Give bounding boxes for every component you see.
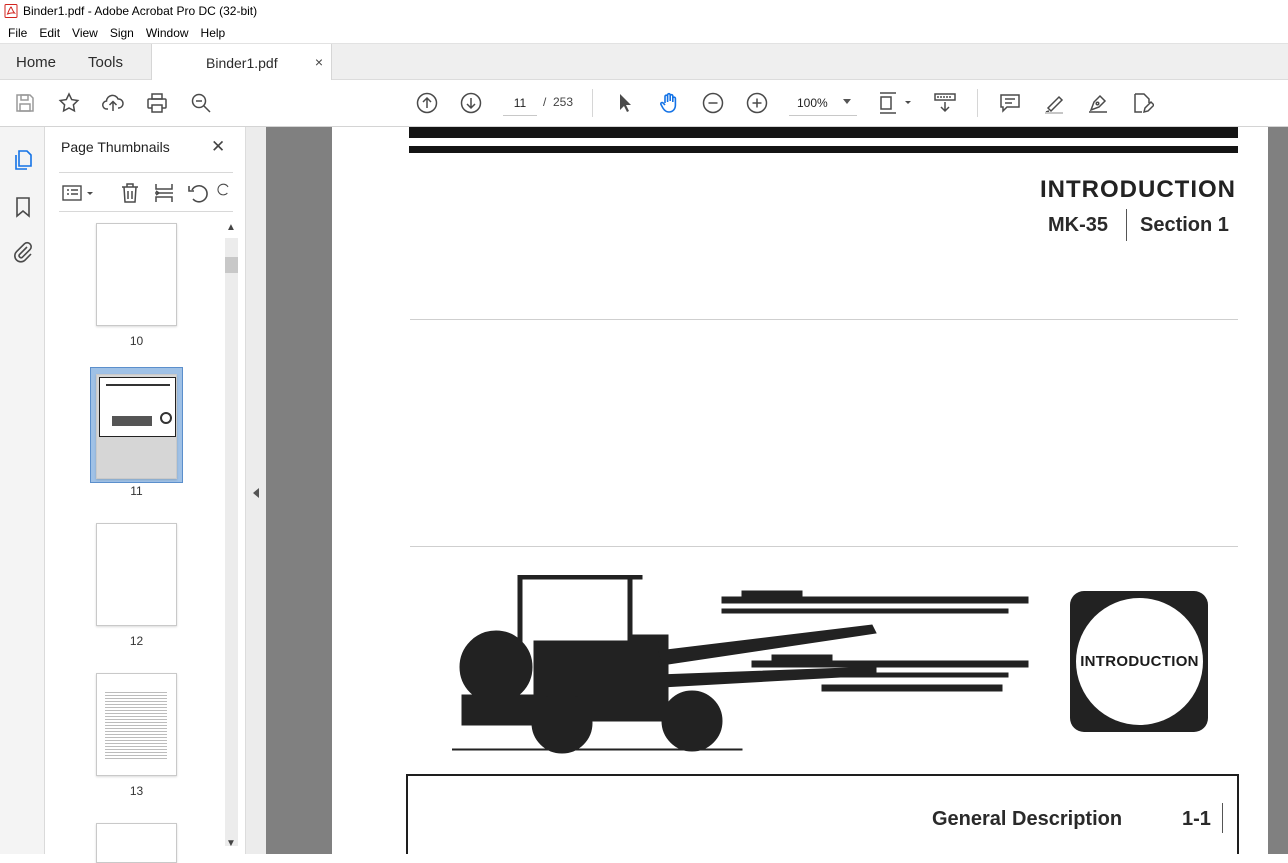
document-viewport[interactable]: INTRODUCTION MK-35 Section 1 INTRODUCTIO… — [266, 127, 1288, 854]
tab-home[interactable]: Home — [16, 44, 56, 80]
zoom-search-icon[interactable] — [189, 91, 213, 115]
zoom-out-icon[interactable] — [701, 91, 725, 115]
thumbnail-text-lines — [105, 690, 167, 760]
menu-view[interactable]: View — [66, 26, 104, 40]
section-label: Section 1 — [1140, 214, 1229, 236]
thumbnail-preview — [99, 377, 176, 437]
tab-tools[interactable]: Tools — [88, 44, 123, 80]
thumbnail-page-13[interactable] — [96, 673, 177, 776]
scroll-track — [225, 238, 238, 846]
tab-document-label: Binder1.pdf — [206, 54, 278, 71]
introduction-badge: INTRODUCTION — [1070, 591, 1208, 732]
thumbnail-page-10[interactable] — [96, 223, 177, 326]
comment-icon[interactable] — [998, 91, 1022, 115]
panel-title: Page Thumbnails — [61, 139, 170, 155]
page-thumbnails-panel: Page Thumbnails ✕ 10 11 12 13 ▲ ▼ — [45, 127, 246, 863]
bookmarks-icon[interactable] — [11, 195, 35, 219]
thumbnail-badge — [160, 412, 172, 424]
highlight-icon[interactable] — [1042, 91, 1066, 115]
thumbnail-label: 12 — [129, 634, 144, 648]
menu-help[interactable]: Help — [195, 26, 232, 40]
footer-divider — [1222, 803, 1223, 833]
thumbnail-page-11[interactable] — [96, 374, 177, 479]
thumbnail-toolbar — [59, 172, 233, 212]
pdf-page: INTRODUCTION MK-35 Section 1 INTRODUCTIO… — [332, 127, 1268, 854]
badge-circle: INTRODUCTION — [1076, 598, 1203, 725]
page-thumbnails-icon[interactable] — [11, 148, 35, 172]
zoom-in-icon[interactable] — [745, 91, 769, 115]
thumbnail-label: 13 — [129, 784, 144, 798]
select-cursor-icon[interactable] — [613, 91, 637, 115]
toolbar-separator — [592, 89, 593, 117]
fit-page-icon[interactable] — [877, 91, 913, 115]
menu-bar: File Edit View Sign Window Help — [0, 22, 1288, 43]
thumbnail-page-14[interactable] — [96, 823, 177, 863]
total-pages: 253 — [553, 95, 574, 109]
title-bar: Binder1.pdf - Adobe Acrobat Pro DC (32-b… — [0, 0, 1288, 22]
collapse-panel-icon[interactable] — [253, 488, 259, 498]
menu-file[interactable]: File — [2, 26, 33, 40]
upload-cloud-icon[interactable] — [101, 91, 125, 115]
footer-title: General Description — [932, 808, 1123, 830]
scan-line — [410, 546, 1238, 547]
scroll-mode-icon[interactable] — [933, 91, 957, 115]
acrobat-pdf-icon — [4, 4, 18, 18]
thumbnail-page-12[interactable] — [96, 523, 177, 626]
drill-rig-illustration — [452, 575, 1029, 754]
thumbnail-label: 11 — [130, 484, 143, 498]
menu-edit[interactable]: Edit — [33, 26, 66, 40]
model-label: MK-35 — [1048, 214, 1109, 236]
toolbar-separator — [977, 89, 978, 117]
edit-pdf-icon[interactable] — [1130, 91, 1154, 115]
sign-pen-icon[interactable] — [1086, 91, 1110, 115]
menu-sign[interactable]: Sign — [104, 26, 140, 40]
scroll-up-icon[interactable]: ▲ — [226, 222, 236, 233]
save-icon[interactable] — [13, 91, 37, 115]
chevron-down-icon — [843, 99, 851, 104]
menu-window[interactable]: Window — [140, 26, 195, 40]
panel-splitter[interactable] — [246, 127, 266, 854]
thumbnail-rig-shape — [112, 416, 152, 426]
attachments-icon[interactable] — [11, 240, 35, 264]
page-separator: / — [543, 95, 547, 109]
thumbnail-options-icon[interactable] — [61, 181, 97, 205]
thumbnail-rule — [106, 384, 170, 386]
rotate-counterclockwise-icon[interactable] — [186, 181, 210, 205]
badge-label: INTRODUCTION — [1080, 653, 1199, 670]
print-icon[interactable] — [145, 91, 169, 115]
scan-line — [410, 319, 1238, 320]
header-divider — [1126, 209, 1127, 241]
insert-page-icon[interactable] — [152, 181, 176, 205]
page-gutter — [1269, 127, 1288, 854]
navigation-rail — [0, 127, 45, 854]
scroll-down-icon[interactable]: ▼ — [226, 838, 236, 849]
footer-page-number: 1-1 — [1182, 808, 1211, 830]
hand-tool-icon[interactable] — [657, 91, 681, 115]
header-rule — [409, 146, 1238, 153]
page-up-icon[interactable] — [415, 91, 439, 115]
close-tab-icon[interactable]: × — [315, 54, 323, 70]
tab-document[interactable]: Binder1.pdf × — [151, 44, 332, 81]
main-toolbar — [0, 80, 1288, 127]
page-down-icon[interactable] — [459, 91, 483, 115]
rotate-clockwise-icon[interactable] — [216, 181, 232, 205]
bookmark-star-icon[interactable] — [57, 91, 81, 115]
close-panel-icon[interactable]: ✕ — [211, 137, 225, 157]
page-number-input[interactable] — [503, 90, 537, 116]
thumbnail-label: 10 — [129, 334, 144, 348]
delete-page-icon[interactable] — [118, 181, 142, 205]
zoom-value: 100% — [797, 95, 828, 110]
zoom-dropdown[interactable]: 100% — [789, 90, 857, 116]
tab-bar: Home Tools Binder1.pdf × — [0, 43, 1288, 81]
header-rule — [409, 127, 1238, 138]
thumbnail-scrollbar[interactable]: ▲ ▼ — [223, 220, 238, 854]
scroll-thumb[interactable] — [225, 257, 238, 273]
page-heading: INTRODUCTION — [1040, 176, 1236, 203]
window-title: Binder1.pdf - Adobe Acrobat Pro DC (32-b… — [23, 4, 258, 18]
